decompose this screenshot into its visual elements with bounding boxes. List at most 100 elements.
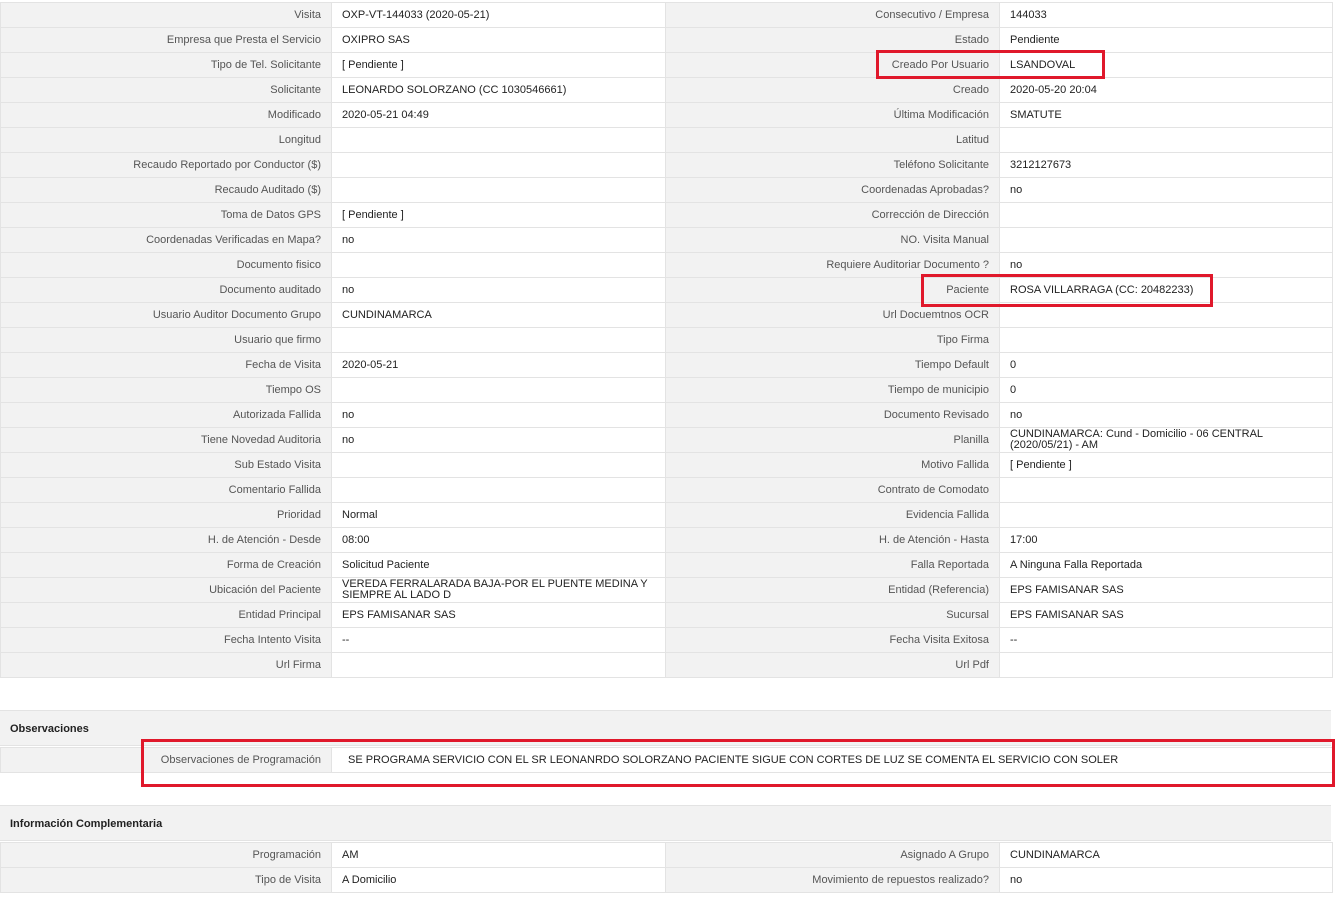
h-de-atencion-desde-value: 08:00 <box>331 527 666 553</box>
recaudo-auditado-value <box>331 177 666 203</box>
usuario-auditor-documento-grupo-value: CUNDINAMARCA <box>331 302 666 328</box>
usuario-que-firmo-label: Usuario que firmo <box>0 327 332 353</box>
creado-por-usuario-value: LSANDOVAL <box>999 52 1333 78</box>
entidad-principal-label: Entidad Principal <box>0 602 332 628</box>
ultima-modificacion-value: SMATUTE <box>999 102 1333 128</box>
empresa-que-presta-el-servicio-value: OXIPRO SAS <box>331 27 666 53</box>
consecutivo-empresa-label: Consecutivo / Empresa <box>665 2 1000 28</box>
tiene-novedad-auditoria-label: Tiene Novedad Auditoria <box>0 427 332 453</box>
longitud-label: Longitud <box>0 127 332 153</box>
coordenadas-aprobadas-value: no <box>999 177 1333 203</box>
table-row: Toma de Datos GPS[ Pendiente ] Corrección… <box>0 202 1333 228</box>
paciente-label: Paciente <box>665 277 1000 303</box>
usuario-auditor-documento-grupo-label: Usuario Auditor Documento Grupo <box>0 302 332 328</box>
url-pdf-label: Url Pdf <box>665 652 1000 678</box>
visit-details-table: Visita OXP-VT-144033 (2020-05-21) Consecut… <box>0 2 1333 678</box>
info-complementaria-table: Programación AM Asignado A Grupo CUNDINAMAR… <box>0 842 1333 893</box>
asignado-a-grupo-value: CUNDINAMARCA <box>999 842 1333 868</box>
creado-por-usuario-label: Creado Por Usuario <box>665 52 1000 78</box>
autorizada-fallida-value: no <box>331 402 666 428</box>
info-complementaria-header: Información Complementaria <box>0 805 1331 841</box>
tiempo-default-value: 0 <box>999 352 1333 378</box>
table-row: Modificado 2020-05-21 04:49 Última Modific… <box>0 102 1333 128</box>
url-docuemtnos-ocr-value <box>999 302 1333 328</box>
table-row: Recaudo Reportado por Conductor ($) Teléf… <box>0 152 1333 178</box>
telefono-solicitante-label: Teléfono Solicitante <box>665 152 1000 178</box>
observaciones-programacion-value: SE PROGRAMA SERVICIO CON EL SR LEONANRDO… <box>331 747 1333 773</box>
tipo-de-visita-label: Tipo de Visita <box>0 867 332 893</box>
entidad-referencia-value: EPS FAMISANAR SAS <box>999 577 1333 603</box>
tiempo-os-label: Tiempo OS <box>0 377 332 403</box>
url-firma-label: Url Firma <box>0 652 332 678</box>
evidencia-fallida-label: Evidencia Fallida <box>665 502 1000 528</box>
table-row: Forma de Creación Solicitud Paciente Falla… <box>0 552 1333 578</box>
table-row: Coordenadas Verificadas en Mapa? no NO. Vi… <box>0 227 1333 253</box>
table-row: Url Firma Url Pdf <box>0 652 1333 678</box>
visita-value: OXP-VT-144033 (2020-05-21) <box>331 2 666 28</box>
asignado-a-grupo-label: Asignado A Grupo <box>665 842 1000 868</box>
requiere-auditoriar-documento-value: no <box>999 252 1333 278</box>
tiempo-de-municipio-label: Tiempo de municipio <box>665 377 1000 403</box>
estado-value: Pendiente <box>999 27 1333 53</box>
table-row: Tiene Novedad Auditoria no Planilla CUNDINA… <box>0 427 1333 453</box>
tiempo-os-value <box>331 377 666 403</box>
info-complementaria-title: Información Complementaria <box>10 818 163 830</box>
documento-fisico-value <box>331 252 666 278</box>
table-row: Usuario Auditor Documento Grupo CUNDINAMA… <box>0 302 1333 328</box>
documento-fisico-label: Documento fisico <box>0 252 332 278</box>
h-de-atencion-desde-label: H. de Atención - Desde <box>0 527 332 553</box>
longitud-value <box>331 127 666 153</box>
table-row: Comentario Fallida Contrato de Comodato <box>0 477 1333 503</box>
prioridad-value: Normal <box>331 502 666 528</box>
tipo-firma-value <box>999 327 1333 353</box>
contrato-de-comodato-label: Contrato de Comodato <box>665 477 1000 503</box>
table-row: Fecha de Visita 2020-05-21 Tiempo Default 0 <box>0 352 1333 378</box>
consecutivo-empresa-value: 144033 <box>999 2 1333 28</box>
motivo-fallida-value: [ Pendiente ] <box>999 452 1333 478</box>
forma-de-creacion-label: Forma de Creación <box>0 552 332 578</box>
observaciones-title: Observaciones <box>10 723 89 735</box>
falla-reportada-value: A Ninguna Falla Reportada <box>999 552 1333 578</box>
entidad-principal-value: EPS FAMISANAR SAS <box>331 602 666 628</box>
table-row: Fecha Intento Visita -- Fecha Visita Exito… <box>0 627 1333 653</box>
url-firma-value <box>331 652 666 678</box>
documento-auditado-label: Documento auditado <box>0 277 332 303</box>
programacion-value: AM <box>331 842 666 868</box>
observaciones-table: Observaciones de Programación SE PROGRAM… <box>0 747 1333 773</box>
table-row: Ubicación del Paciente VEREDA FERRALARADA… <box>0 577 1333 603</box>
recaudo-reportado-por-conductor-value <box>331 152 666 178</box>
programacion-label: Programación <box>0 842 332 868</box>
contrato-de-comodato-value <box>999 477 1333 503</box>
creado-value: 2020-05-20 20:04 <box>999 77 1333 103</box>
correccion-de-direccion-label: Corrección de Dirección <box>665 202 1000 228</box>
visita-label: Visita <box>0 2 332 28</box>
table-row: Tipo de Visita A Domicilio Movimiento de r… <box>0 867 1333 893</box>
table-row: Recaudo Auditado ($) Coordenadas Aprobada… <box>0 177 1333 203</box>
fecha-de-visita-label: Fecha de Visita <box>0 352 332 378</box>
requiere-auditoriar-documento-label: Requiere Auditoriar Documento ? <box>665 252 1000 278</box>
tipo-de-tel-solicitante-label: Tipo de Tel. Solicitante <box>0 52 332 78</box>
fecha-de-visita-value: 2020-05-21 <box>331 352 666 378</box>
falla-reportada-label: Falla Reportada <box>665 552 1000 578</box>
tiempo-default-label: Tiempo Default <box>665 352 1000 378</box>
table-row: Usuario que firmo Tipo Firma <box>0 327 1333 353</box>
table-row: Solicitante LEONARDO SOLORZANO (CC 103054… <box>0 77 1333 103</box>
comentario-fallida-value <box>331 477 666 503</box>
observaciones-header: Observaciones <box>0 710 1331 746</box>
modificado-label: Modificado <box>0 102 332 128</box>
coordenadas-verificadas-en-mapa-value: no <box>331 227 666 253</box>
solicitante-value: LEONARDO SOLORZANO (CC 1030546661) <box>331 77 666 103</box>
ubicacion-del-paciente-value: VEREDA FERRALARADA BAJA-POR EL PUENTE ME… <box>331 577 666 603</box>
planilla-value: CUNDINAMARCA: Cund - Domicilio - 06 CENT… <box>999 427 1333 453</box>
no-visita-manual-label: NO. Visita Manual <box>665 227 1000 253</box>
tipo-firma-label: Tipo Firma <box>665 327 1000 353</box>
table-row: H. de Atención - Desde 08:00 H. de Atenció… <box>0 527 1333 553</box>
movimiento-de-repuestos-realizado-label: Movimiento de repuestos realizado? <box>665 867 1000 893</box>
table-row: Longitud Latitud <box>0 127 1333 153</box>
correccion-de-direccion-value <box>999 202 1333 228</box>
no-visita-manual-value <box>999 227 1333 253</box>
estado-label: Estado <box>665 27 1000 53</box>
paciente-value: ROSA VILLARRAGA (CC: 20482233) <box>999 277 1333 303</box>
h-de-atencion-hasta-label: H. de Atención - Hasta <box>665 527 1000 553</box>
creado-label: Creado <box>665 77 1000 103</box>
